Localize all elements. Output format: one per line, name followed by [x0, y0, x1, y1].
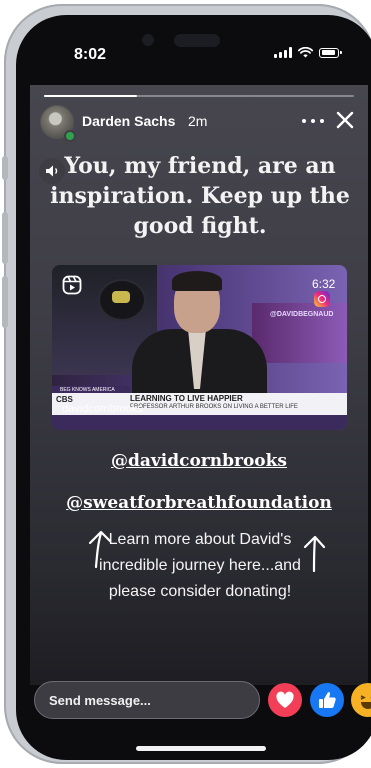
video-tv-headline: LEARNING TO LIVE HAPPIER: [130, 394, 243, 403]
status-icons: [274, 47, 342, 58]
phone-frame: 8:02 Darden Sachs 2m You, my friend, are…: [2, 4, 371, 764]
video-bottom-band: [52, 415, 347, 430]
mention-link-1[interactable]: @davidcornbrooks: [30, 451, 368, 471]
online-status-dot: [64, 130, 76, 142]
status-time: 8:02: [74, 46, 107, 63]
battery-icon: [319, 47, 342, 58]
heart-icon: [276, 691, 294, 708]
laughing-face-icon: [360, 695, 371, 709]
react-haha-button[interactable]: [351, 683, 371, 717]
instagram-icon: [314, 291, 330, 307]
signal-icon: [274, 47, 292, 58]
send-message-input[interactable]: [34, 681, 260, 719]
screen: 8:02 Darden Sachs 2m You, my friend, are…: [16, 15, 371, 760]
dynamic-island: [174, 34, 220, 47]
story-author-name[interactable]: Darden Sachs: [82, 113, 175, 129]
status-bar: 8:02: [16, 15, 371, 85]
story-progress-bar: [44, 95, 354, 97]
video-duration: 6:32: [312, 277, 336, 291]
reply-bar: [30, 677, 371, 725]
story-viewer[interactable]: Darden Sachs 2m You, my friend, are an i…: [30, 85, 368, 685]
video-wall-text: @DAVIDBEGNAUD: [270, 311, 334, 318]
home-indicator[interactable]: [136, 746, 266, 751]
video-person-hair: [172, 271, 222, 291]
wifi-icon: [298, 47, 313, 58]
phone-side-button: [2, 156, 8, 180]
video-watermark: davidcornbrooks: [62, 403, 143, 415]
video-tv-subheadline: PROFESSOR ARTHUR BROOKS ON LIVING A BETT…: [130, 404, 298, 410]
phone-side-button: [2, 212, 8, 264]
video-studio-logo: [98, 279, 146, 321]
mention-link-2[interactable]: @sweatforbreathfoundation: [30, 493, 368, 513]
phone-side-button: [2, 276, 8, 328]
story-headline: You, my friend, are an inspiration. Keep…: [50, 153, 350, 239]
more-options-icon[interactable]: [300, 111, 326, 131]
story-timestamp: 2m: [188, 113, 208, 129]
story-progress-fill: [44, 95, 137, 97]
react-heart-button[interactable]: [268, 683, 302, 717]
front-camera: [142, 34, 154, 46]
react-like-button[interactable]: [310, 683, 344, 717]
call-to-action-text: Learn more about David's incredible jour…: [99, 531, 301, 600]
shared-video-card[interactable]: @DAVIDBEGNAUD BEG KNOWS AMERICA CBS LEAR…: [52, 265, 347, 430]
close-icon[interactable]: [334, 109, 356, 131]
thumbs-up-icon: [319, 692, 336, 708]
reels-icon: [62, 275, 82, 295]
story-header: Darden Sachs 2m: [38, 105, 360, 145]
